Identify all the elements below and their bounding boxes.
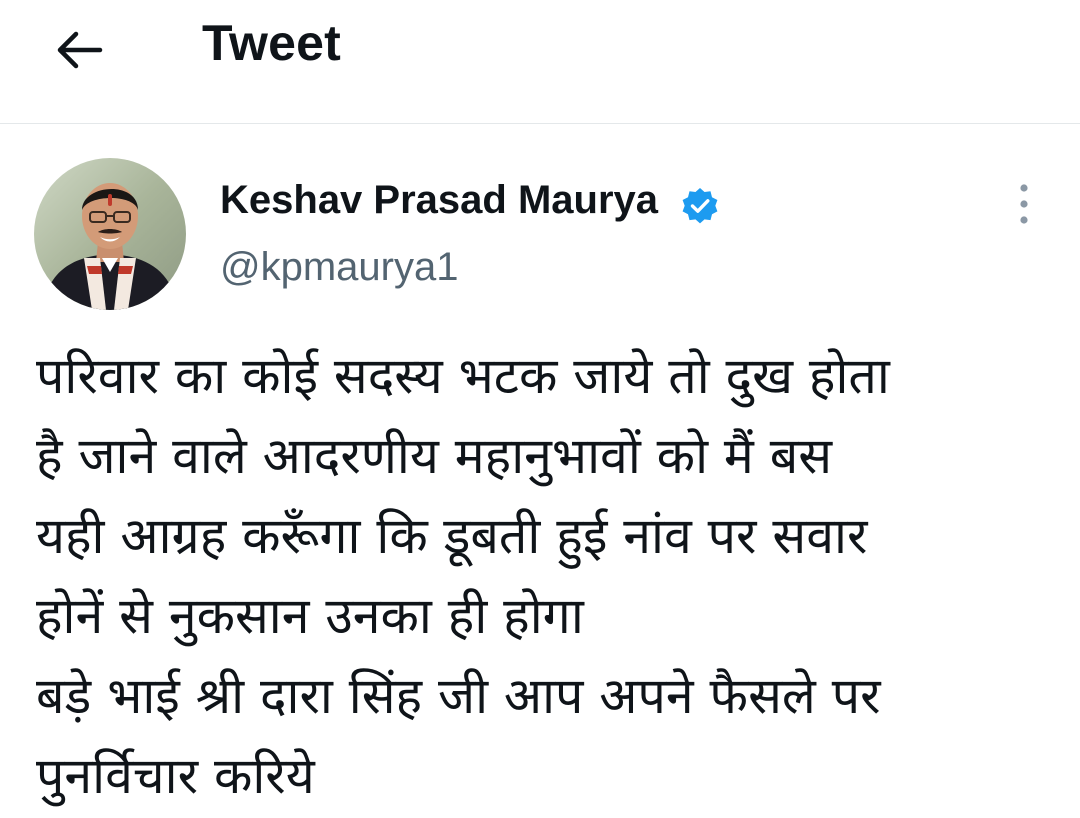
tweet-detail-screen: Tweet Keshav Prasad Maurya @kpmaurya1 पर…	[0, 0, 1080, 818]
more-options-button[interactable]	[1000, 180, 1048, 228]
tweet-text: परिवार का कोई सदस्य भटक जाये तो दुख होता…	[36, 347, 890, 805]
verified-badge-icon	[682, 188, 718, 224]
page-title: Tweet	[202, 15, 341, 71]
top-app-bar: Tweet	[0, 0, 1080, 124]
more-vertical-icon	[1020, 184, 1028, 224]
avatar[interactable]	[34, 158, 186, 310]
arrow-left-icon	[57, 31, 103, 69]
author-handle[interactable]: @kpmaurya1	[220, 245, 458, 290]
author-name[interactable]: Keshav Prasad Maurya	[220, 178, 658, 223]
back-button[interactable]	[48, 18, 112, 82]
profile-photo	[34, 158, 186, 310]
